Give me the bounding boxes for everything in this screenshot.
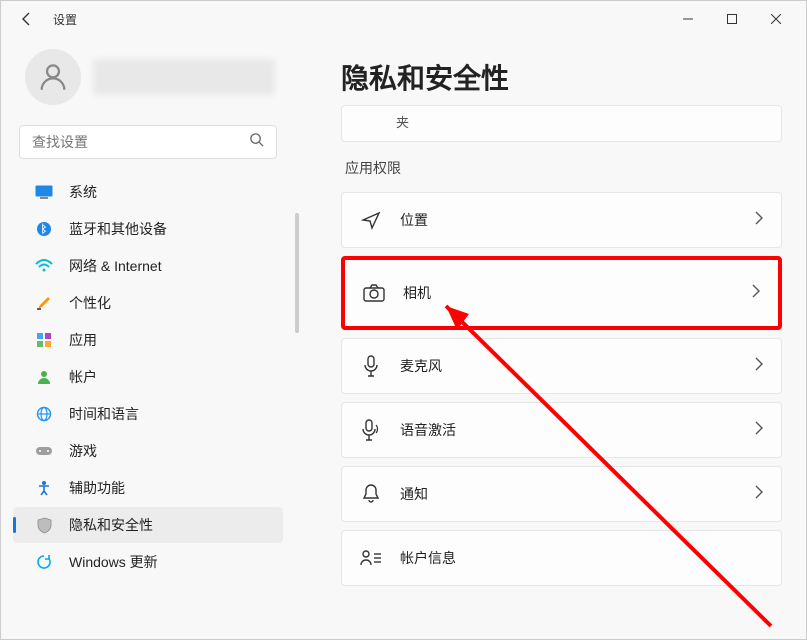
- scrollbar-indicator[interactable]: [295, 213, 299, 333]
- sidebar-item-bluetooth[interactable]: 蓝牙和其他设备: [13, 211, 283, 247]
- sidebar-item-label: 网络 & Internet: [69, 256, 162, 276]
- card-label: 麦克风: [400, 356, 737, 376]
- partial-text: 夹: [396, 115, 409, 130]
- sidebar-item-label: Windows 更新: [69, 552, 158, 572]
- sidebar-item-label: 个性化: [69, 293, 111, 313]
- card-notifications[interactable]: 通知: [341, 466, 782, 522]
- titlebar: 设置: [1, 1, 806, 37]
- sidebar-item-label: 隐私和安全性: [69, 515, 153, 535]
- globe-icon: [35, 405, 53, 423]
- sidebar-item-time-language[interactable]: 时间和语言: [13, 396, 283, 432]
- gamepad-icon: [35, 442, 53, 460]
- account-info-icon: [360, 547, 382, 569]
- card-label: 相机: [403, 283, 734, 303]
- sidebar-item-label: 时间和语言: [69, 404, 139, 424]
- sidebar-item-personalization[interactable]: 个性化: [13, 285, 283, 321]
- voice-icon: [360, 419, 382, 441]
- window-controls: [666, 4, 798, 34]
- sidebar-item-privacy[interactable]: 隐私和安全性: [13, 507, 283, 543]
- bell-icon: [360, 483, 382, 505]
- main-pane: 隐私和安全性 夹 应用权限 位置 相机 麦克风: [301, 37, 806, 639]
- back-button[interactable]: [13, 5, 41, 33]
- bluetooth-icon: [35, 220, 53, 238]
- card-camera[interactable]: 相机: [341, 256, 782, 330]
- chevron-right-icon: [755, 357, 763, 376]
- accessibility-icon: [35, 479, 53, 497]
- chevron-right-icon: [755, 211, 763, 230]
- maximize-button[interactable]: [710, 4, 754, 34]
- update-icon: [35, 553, 53, 571]
- sidebar-item-label: 辅助功能: [69, 478, 125, 498]
- sidebar-item-label: 蓝牙和其他设备: [69, 219, 167, 239]
- account-name-blurred: [93, 59, 275, 95]
- window-title: 设置: [53, 11, 77, 28]
- page-title: 隐私和安全性: [341, 57, 782, 97]
- person-icon: [35, 368, 53, 386]
- apps-icon: [35, 331, 53, 349]
- sidebar-item-label: 系统: [69, 182, 97, 202]
- chevron-right-icon: [752, 284, 760, 303]
- camera-icon: [363, 282, 385, 304]
- partial-card[interactable]: 夹: [341, 105, 782, 142]
- sidebar-item-apps[interactable]: 应用: [13, 322, 283, 358]
- system-icon: [35, 183, 53, 201]
- wifi-icon: [35, 257, 53, 275]
- card-microphone[interactable]: 麦克风: [341, 338, 782, 394]
- section-label: 应用权限: [345, 158, 782, 178]
- sidebar-item-accessibility[interactable]: 辅助功能: [13, 470, 283, 506]
- search-icon: [249, 132, 264, 152]
- shield-icon: [35, 516, 53, 534]
- sidebar: 系统 蓝牙和其他设备 网络 & Internet 个性化 应用: [1, 37, 301, 639]
- card-label: 通知: [400, 484, 737, 504]
- settings-window: 设置: [0, 0, 807, 640]
- content: 系统 蓝牙和其他设备 网络 & Internet 个性化 应用: [1, 37, 806, 639]
- chevron-right-icon: [755, 485, 763, 504]
- card-voice-activation[interactable]: 语音激活: [341, 402, 782, 458]
- microphone-icon: [360, 355, 382, 377]
- card-label: 语音激活: [400, 420, 737, 440]
- nav-list: 系统 蓝牙和其他设备 网络 & Internet 个性化 应用: [1, 169, 295, 580]
- brush-icon: [35, 294, 53, 312]
- location-icon: [360, 209, 382, 231]
- card-account-info[interactable]: 帐户信息: [341, 530, 782, 586]
- search-input[interactable]: [32, 134, 249, 150]
- card-label: 位置: [400, 210, 737, 230]
- sidebar-item-label: 帐户: [69, 367, 97, 387]
- sidebar-item-update[interactable]: Windows 更新: [13, 544, 283, 580]
- card-location[interactable]: 位置: [341, 192, 782, 248]
- chevron-right-icon: [755, 421, 763, 440]
- sidebar-item-accounts[interactable]: 帐户: [13, 359, 283, 395]
- sidebar-item-network[interactable]: 网络 & Internet: [13, 248, 283, 284]
- account-header[interactable]: [1, 37, 295, 113]
- close-button[interactable]: [754, 4, 798, 34]
- sidebar-item-label: 游戏: [69, 441, 97, 461]
- card-label: 帐户信息: [400, 548, 763, 568]
- search-box[interactable]: [19, 125, 277, 159]
- sidebar-item-label: 应用: [69, 330, 97, 350]
- sidebar-item-gaming[interactable]: 游戏: [13, 433, 283, 469]
- minimize-button[interactable]: [666, 4, 710, 34]
- sidebar-item-system[interactable]: 系统: [13, 174, 283, 210]
- avatar: [25, 49, 81, 105]
